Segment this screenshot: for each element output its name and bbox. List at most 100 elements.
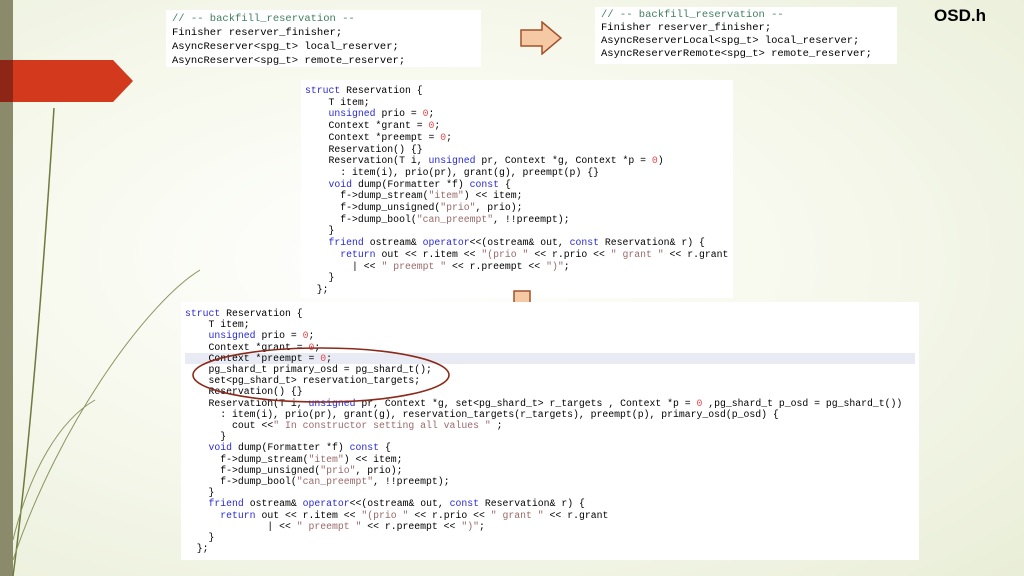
code-token: ; xyxy=(563,260,570,272)
code-token: ; xyxy=(314,341,321,353)
code-token: ostream& xyxy=(243,498,303,510)
code-token: Context *preempt = xyxy=(305,131,441,143)
code-line: Context *grant = 0; xyxy=(305,120,729,132)
code-line: } xyxy=(305,272,729,284)
code-line: Finisher reserver_finisher; xyxy=(172,26,475,40)
code-token: " preempt " xyxy=(381,260,447,272)
code-line: Finisher reserver_finisher; xyxy=(601,22,891,35)
code-token: { xyxy=(499,178,511,190)
code-line: T item; xyxy=(185,319,915,330)
code-token: prio = xyxy=(255,330,303,342)
code-token: , !!preempt); xyxy=(493,213,570,225)
code-block-struct-original: struct Reservation { T item; unsigned pr… xyxy=(301,80,733,298)
code-token: // -- backfill_reservation -- xyxy=(172,13,355,25)
code-token: f->dump_bool( xyxy=(185,476,297,488)
code-token: "(prio " xyxy=(361,509,409,521)
code-line: struct Reservation { xyxy=(305,85,729,97)
code-block-struct-modified: struct Reservation { T item; unsigned pr… xyxy=(181,302,919,560)
code-line: void dump(Formatter *f) const { xyxy=(185,442,915,453)
code-token: const xyxy=(569,237,600,249)
code-line: f->dump_bool("can_preempt", !!preempt); xyxy=(185,476,915,487)
code-line: // -- backfill_reservation -- xyxy=(172,12,475,26)
code-token: ")" xyxy=(461,520,479,532)
code-line: } xyxy=(305,225,729,237)
title-ribbon xyxy=(0,60,133,102)
code-token: Reservation(T i, xyxy=(305,155,429,167)
code-token: AsyncReserver<spg_t> local_reserver; xyxy=(172,41,399,53)
code-token: out << r.item << xyxy=(255,509,362,521)
code-token: Context *grant = xyxy=(305,120,429,132)
code-token: | << xyxy=(305,260,382,272)
code-line: AsyncReserver<spg_t> local_reserver; xyxy=(172,40,475,54)
code-token: " In constructor setting all values " xyxy=(273,420,491,432)
code-token: pg_shard_t primary_osd = pg_shard_t(); xyxy=(185,364,432,376)
code-block-before: // -- backfill_reservation -- Finisher re… xyxy=(166,10,481,67)
code-token: AsyncReserverLocal<spg_t> local_reserver… xyxy=(601,35,860,47)
code-line: T item; xyxy=(305,97,729,109)
code-token: << r.grant xyxy=(543,509,609,521)
code-token: Reservation { xyxy=(340,85,423,96)
code-token: }; xyxy=(185,543,209,555)
slide-title: OSD.h xyxy=(934,6,986,25)
code-token: dump(Formatter *f) xyxy=(232,442,350,454)
code-token: Reservation& r) { xyxy=(599,237,705,249)
code-token: , prio); xyxy=(355,464,403,476)
code-token: struct xyxy=(305,85,341,96)
code-token: ")" xyxy=(546,260,564,272)
code-line: : item(i), prio(pr), grant(g), preempt(p… xyxy=(305,167,729,179)
code-token: ; xyxy=(478,520,485,532)
code-token: AsyncReserverRemote<spg_t> remote_reserv… xyxy=(601,48,872,60)
code-line: f->dump_unsigned("prio", prio); xyxy=(185,465,915,476)
code-token: : item(i), prio(pr), grant(g), preempt(p… xyxy=(305,166,599,178)
code-line: unsigned prio = 0; xyxy=(185,330,915,341)
code-token: } xyxy=(185,431,227,443)
code-token: ; xyxy=(308,330,315,342)
code-line: cout <<" In constructor setting all valu… xyxy=(185,420,915,431)
code-line: return out << r.item << "(prio " << r.pr… xyxy=(185,510,915,521)
code-token: ) xyxy=(657,155,664,167)
code-token: f->dump_stream( xyxy=(305,190,429,202)
code-token: << r.grant xyxy=(663,248,729,260)
code-token: <<(ostream& out, xyxy=(469,237,570,249)
code-token: pr, Context *g, set<pg_shard_t> r_target… xyxy=(355,397,697,409)
code-line: | << " preempt " << r.preempt << ")"; xyxy=(305,261,729,273)
code-token: "(prio " xyxy=(481,248,529,260)
code-token: ; xyxy=(490,420,503,432)
code-line: void dump(Formatter *f) const { xyxy=(305,179,729,191)
code-token: } xyxy=(185,487,215,499)
code-line: Context *preempt = 0; xyxy=(305,132,729,144)
code-token: operator xyxy=(422,237,470,249)
code-line: Reservation() {} xyxy=(305,144,729,156)
code-block-after: // -- backfill_reservation -- Finisher re… xyxy=(595,7,897,64)
code-line: }; xyxy=(185,543,915,554)
code-token: dump(Formatter *f) xyxy=(352,178,470,190)
code-token: const xyxy=(349,442,380,454)
code-token: set<pg_shard_t> reservation_targets; xyxy=(185,375,421,387)
code-token: f->dump_bool( xyxy=(305,213,417,225)
title-ribbon-shadow xyxy=(0,60,13,102)
code-line: AsyncReserver<spg_t> remote_reserver; xyxy=(172,54,475,67)
code-line: } xyxy=(185,487,915,498)
code-token: , !!preempt); xyxy=(373,476,450,488)
code-line: friend ostream& operator<<(ostream& out,… xyxy=(305,237,729,249)
code-token: struct xyxy=(185,308,221,319)
code-token: Finisher reserver_finisher; xyxy=(172,27,343,39)
code-token: unsigned xyxy=(308,397,356,409)
code-token: "prio" xyxy=(320,464,356,476)
code-token: Reservation(T i, xyxy=(185,397,309,409)
code-token: << r.preempt << xyxy=(361,520,462,532)
code-line: friend ostream& operator<<(ostream& out,… xyxy=(185,498,915,509)
code-token: <<(ostream& out, xyxy=(349,498,450,510)
code-token: << r.prio << xyxy=(528,248,611,260)
code-token: prio = xyxy=(375,108,423,120)
code-token: << r.prio << xyxy=(408,509,491,521)
code-token: Context *grant = xyxy=(185,341,309,353)
code-token: ; xyxy=(446,131,453,143)
code-line: : item(i), prio(pr), grant(g), reservati… xyxy=(185,409,915,420)
code-token: | << xyxy=(185,520,297,532)
code-line: return out << r.item << "(prio " << r.pr… xyxy=(305,249,729,261)
code-token: , prio); xyxy=(475,202,523,214)
code-line: AsyncReserverRemote<spg_t> remote_reserv… xyxy=(601,48,891,61)
